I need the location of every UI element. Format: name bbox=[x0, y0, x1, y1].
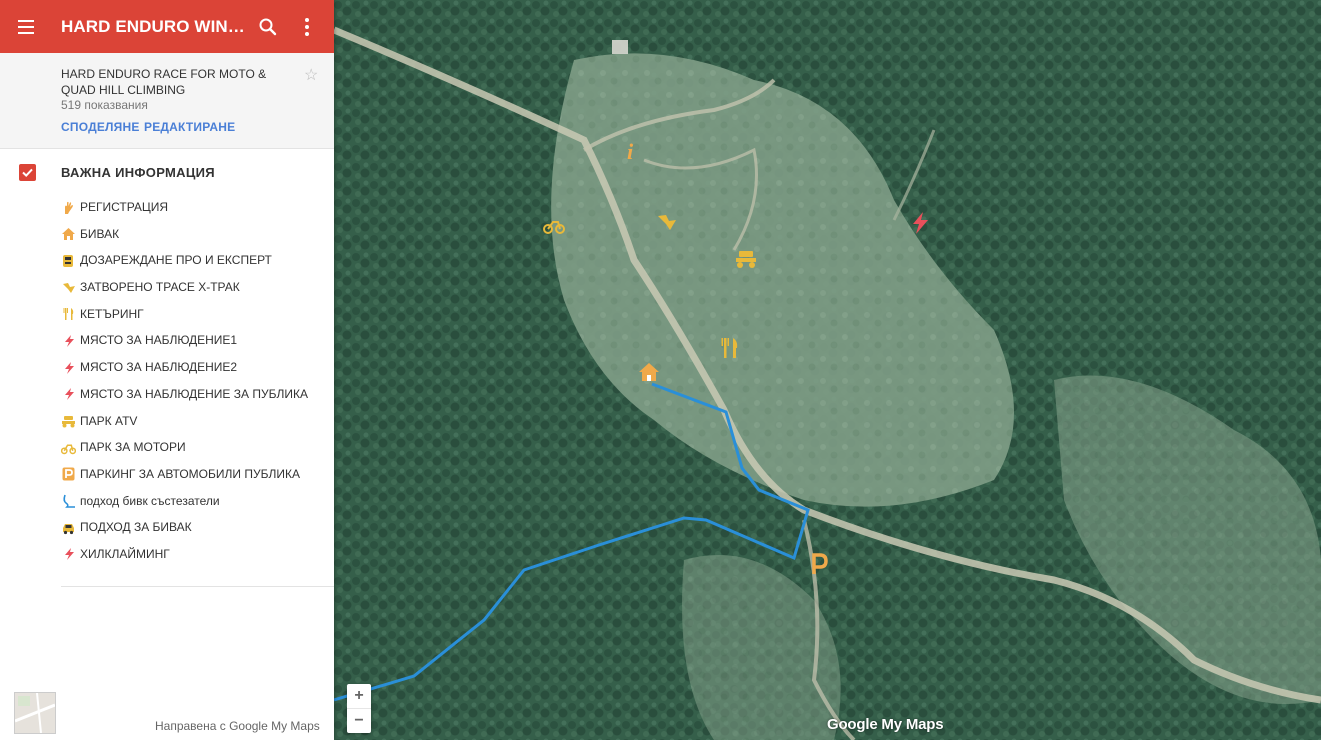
satellite-imagery bbox=[334, 0, 1321, 740]
hand-icon bbox=[61, 200, 76, 215]
sidebar: HARD ENDURO WINBE… HARD ENDURO RACE FOR … bbox=[0, 0, 334, 740]
legend-item[interactable]: ЗАТВОРЕНО ТРАСЕ X-ТРАК bbox=[61, 277, 331, 304]
star-icon[interactable]: ☆ bbox=[304, 65, 318, 85]
home-icon bbox=[61, 227, 76, 242]
legend-label: ХИЛКЛАЙМИНГ bbox=[80, 546, 170, 561]
legend-item[interactable]: МЯСТО ЗА НАБЛЮДЕНИЕ1 bbox=[61, 330, 331, 357]
divider bbox=[61, 586, 334, 587]
legend-label: подход бивк състезатели bbox=[80, 493, 220, 508]
closed-road-marker-icon[interactable] bbox=[657, 212, 683, 238]
route-icon bbox=[61, 494, 76, 509]
bivouac-marker-icon[interactable] bbox=[638, 362, 664, 388]
view-count: 519 показвания bbox=[61, 98, 148, 112]
layer-title[interactable]: ВАЖНА ИНФОРМАЦИЯ bbox=[61, 165, 215, 180]
zoom-in-button[interactable]: + bbox=[347, 684, 371, 709]
app-bar: HARD ENDURO WINBE… bbox=[0, 0, 334, 53]
legend-label: РЕГИСТРАЦИЯ bbox=[80, 200, 169, 214]
legend-label: ПАРК ATV bbox=[80, 413, 138, 428]
legend-label: ПАРКИНГ ЗА АВТОМОБИЛИ ПУБЛИКА bbox=[80, 466, 300, 481]
credit-text: Направена с Google My Maps bbox=[155, 719, 320, 733]
motorbike-icon bbox=[61, 440, 76, 455]
legend-item[interactable]: МЯСТО ЗА НАБЛЮДЕНИЕ ЗА ПУБЛИКА bbox=[61, 384, 331, 411]
map-view[interactable]: i + − Google My Maps bbox=[334, 0, 1321, 740]
legend-item[interactable]: МЯСТО ЗА НАБЛЮДЕНИЕ2 bbox=[61, 357, 331, 384]
share-button[interactable]: СПОДЕЛЯНЕ bbox=[61, 120, 140, 134]
svg-text:i: i bbox=[627, 139, 634, 163]
fuel-icon bbox=[61, 253, 76, 268]
legend-label: ПАРК ЗА МОТОРИ bbox=[80, 440, 186, 455]
atv-icon bbox=[61, 414, 76, 429]
car-icon bbox=[61, 520, 76, 535]
fork-knife-icon bbox=[61, 307, 76, 322]
bolt-icon bbox=[61, 333, 76, 348]
zoom-control: + − bbox=[347, 684, 371, 733]
basemap-switcher[interactable] bbox=[14, 692, 56, 734]
legend-item[interactable]: РЕГИСТРАЦИЯ bbox=[61, 197, 331, 224]
legend-item[interactable]: КЕТЪРИНГ bbox=[61, 304, 331, 331]
zoom-out-button[interactable]: − bbox=[347, 709, 371, 733]
atv-marker-icon[interactable] bbox=[735, 249, 761, 275]
menu-icon[interactable] bbox=[16, 16, 38, 38]
legend-label: КЕТЪРИНГ bbox=[80, 306, 144, 321]
legend-item[interactable]: ПАРКИНГ ЗА АВТОМОБИЛИ ПУБЛИКА bbox=[61, 464, 331, 491]
legend-label: ЗАТВОРЕНО ТРАСЕ X-ТРАК bbox=[80, 280, 240, 295]
edit-button[interactable]: РЕДАКТИРАНЕ bbox=[144, 120, 235, 134]
google-my-maps-logo: Google My Maps bbox=[827, 716, 944, 733]
search-icon[interactable] bbox=[257, 16, 279, 38]
app-title: HARD ENDURO WINBE… bbox=[61, 17, 246, 36]
legend-item[interactable]: ПАРК ATV bbox=[61, 411, 331, 438]
map-title: HARD ENDURO RACE FOR MOTO & QUAD HILL CL… bbox=[61, 67, 267, 97]
legend-label: МЯСТО ЗА НАБЛЮДЕНИЕ2 bbox=[80, 360, 238, 375]
closed-road-icon bbox=[61, 280, 76, 295]
legend-label: ПОДХОД ЗА БИВАК bbox=[80, 520, 192, 535]
bolt-icon bbox=[61, 387, 76, 402]
legend-item[interactable]: БИВАК bbox=[61, 224, 331, 251]
bolt-marker-icon[interactable] bbox=[909, 211, 935, 237]
bolt-icon bbox=[61, 360, 76, 375]
parking-marker-icon[interactable] bbox=[810, 553, 836, 579]
layer-checkbox[interactable] bbox=[19, 164, 36, 181]
map-header: HARD ENDURO RACE FOR MOTO & QUAD HILL CL… bbox=[0, 53, 334, 149]
legend-label: БИВАК bbox=[80, 226, 120, 241]
legend-item[interactable]: подход бивк състезатели bbox=[61, 491, 331, 518]
legend-item[interactable]: ХИЛКЛАЙМИНГ bbox=[61, 544, 331, 571]
parking-icon bbox=[61, 467, 76, 482]
info-marker-icon[interactable]: i bbox=[623, 139, 649, 165]
legend-label: ДОЗАРЕЖДАНЕ ПРО И ЕКСПЕРТ bbox=[80, 253, 272, 268]
legend-list: РЕГИСТРАЦИЯ БИВАК ДОЗАРЕЖДАНЕ ПРО И ЕКСП… bbox=[61, 197, 331, 571]
legend-label: МЯСТО ЗА НАБЛЮДЕНИЕ1 bbox=[80, 333, 238, 348]
legend-item[interactable]: ПАРК ЗА МОТОРИ bbox=[61, 437, 331, 464]
catering-marker-icon[interactable] bbox=[721, 337, 747, 363]
motorbike-marker-icon[interactable] bbox=[543, 219, 569, 245]
bolt-icon bbox=[61, 547, 76, 562]
legend-item[interactable]: ПОДХОД ЗА БИВАК bbox=[61, 517, 331, 544]
legend-item[interactable]: ДОЗАРЕЖДАНЕ ПРО И ЕКСПЕРТ bbox=[61, 250, 331, 277]
legend-label: МЯСТО ЗА НАБЛЮДЕНИЕ ЗА ПУБЛИКА bbox=[80, 386, 308, 401]
more-options-icon[interactable] bbox=[298, 16, 316, 38]
